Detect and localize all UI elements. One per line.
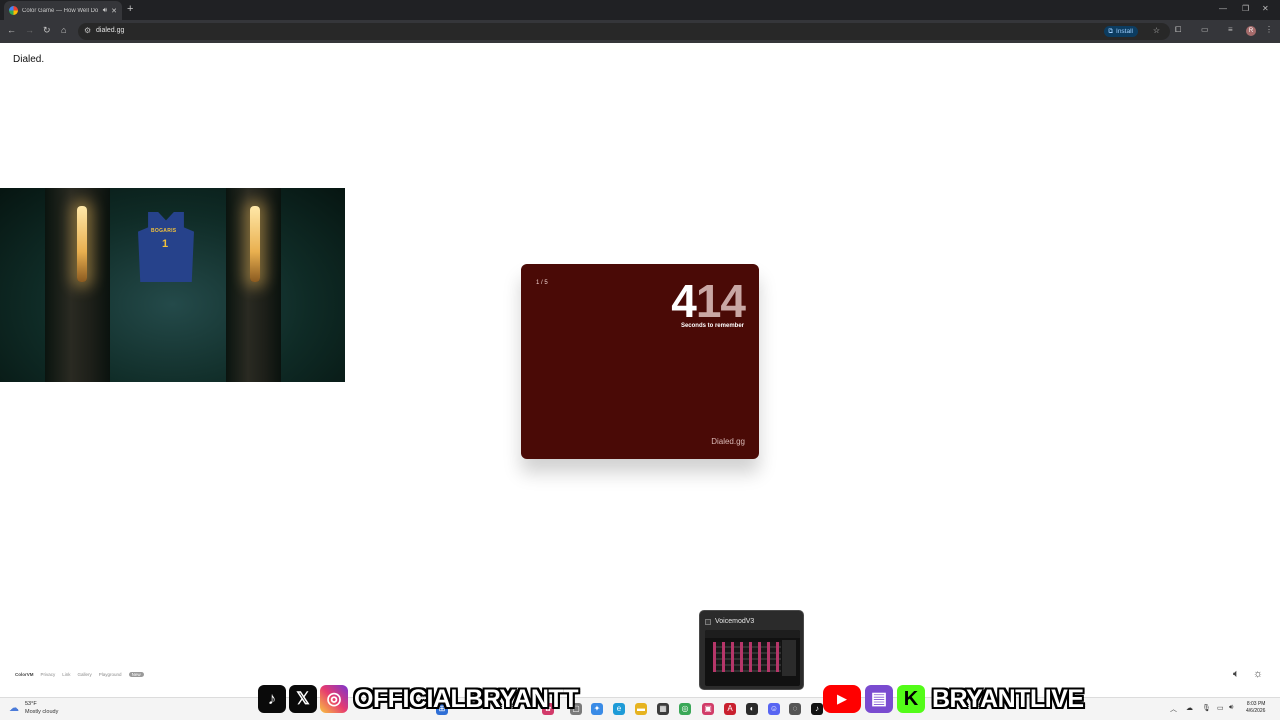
youtube-icon: ▶	[823, 685, 861, 713]
footer-link[interactable]: Privacy	[41, 672, 56, 677]
clock-date: 4/6/2026	[1246, 708, 1266, 714]
reload-icon[interactable]: ↻	[43, 25, 51, 36]
tab-title: Color Game — How Well Do	[22, 7, 99, 14]
preview-title: VoicemodV3	[715, 618, 755, 625]
onedrive-icon[interactable]: ☁	[1186, 704, 1193, 712]
window-close-icon[interactable]: ✕	[1262, 4, 1269, 13]
acrobat-icon[interactable]: A	[724, 703, 736, 715]
voicemod-taskbar-icon[interactable]: ◐	[746, 703, 758, 715]
copilot-icon[interactable]: ✦	[591, 703, 603, 715]
tiktok-icon: ♪	[258, 685, 286, 713]
file-explorer-icon[interactable]: ▬	[635, 703, 647, 715]
url-text[interactable]: dialed.gg	[96, 27, 124, 34]
twitch-icon: ▤	[865, 685, 893, 713]
edge-icon[interactable]: e	[613, 703, 625, 715]
store-icon[interactable]: ▦	[657, 703, 669, 715]
favicon-icon	[9, 6, 18, 15]
timer-main-digit: 4	[671, 275, 697, 327]
clock-time: 8:03 PM	[1246, 701, 1266, 707]
app-icon-red[interactable]: ▣	[702, 703, 714, 715]
extensions-icon[interactable]: ⧠	[1175, 25, 1181, 35]
footer-link[interactable]: ColorVM	[15, 672, 34, 677]
forward-icon[interactable]: →	[25, 25, 34, 35]
jersey-number: 1	[162, 238, 169, 250]
maximize-icon[interactable]: ❐	[1242, 4, 1249, 13]
kick-icon: K	[897, 685, 925, 713]
browser-tab-bar: Color Game — How Well Do 🔊︎ ✕ + — ❐ ✕	[0, 0, 1280, 20]
site-info-icon[interactable]: ⚙	[84, 26, 91, 35]
side-panel-icon[interactable]: ▭	[1201, 25, 1209, 34]
wall-lamp-left	[77, 206, 87, 282]
webcam-overlay: BOGARIS 1	[0, 188, 345, 382]
tab-close-icon[interactable]: ✕	[111, 7, 117, 15]
windows-taskbar: ☁ 53°F Mostly cloudy ⊞ ✿ ▢ ✦ e ▬ ▦ ◎ ▣ A…	[0, 697, 1280, 720]
color-card: 1 / 5 414 Seconds to remember Dialed.gg	[521, 264, 759, 459]
install-app-button[interactable]: ⧉ Install	[1104, 26, 1138, 37]
tiktok-taskbar-icon[interactable]: ♪	[811, 703, 823, 715]
voicemod-app-icon	[705, 619, 711, 625]
chrome-icon[interactable]: ◎	[679, 703, 691, 715]
wall-lamp-right	[250, 206, 260, 282]
microphone-icon[interactable]: 🎙︎	[1202, 704, 1211, 712]
network-icon[interactable]: ▭	[1217, 704, 1224, 712]
site-logo[interactable]: Dialed.	[13, 54, 44, 65]
preview-thumbnail[interactable]	[705, 630, 800, 686]
volume-icon[interactable]: 🔊︎	[1229, 704, 1233, 712]
home-icon[interactable]: ⌂	[61, 25, 66, 35]
social-handle-right: BRYANTLIVE	[932, 684, 1084, 713]
footer-link[interactable]: Link	[62, 672, 70, 677]
preview-voice-grid	[713, 642, 781, 672]
weather-condition[interactable]: Mostly cloudy	[25, 709, 58, 715]
system-clock[interactable]: 8:03 PM 4/6/2026	[1246, 701, 1265, 715]
tray-expand-icon[interactable]: ︿	[1170, 704, 1177, 714]
jersey-name: BOGARIS	[151, 228, 177, 234]
instagram-icon: ◎	[320, 685, 348, 713]
install-label: Install	[1116, 28, 1133, 35]
app-icon-gray[interactable]: ◌	[789, 703, 801, 715]
timer-dim-digits: 14	[695, 275, 746, 327]
preview-titlebar	[705, 630, 800, 638]
profile-avatar[interactable]: R	[1246, 26, 1256, 36]
theme-toggle-icon[interactable]: ☼	[1253, 668, 1263, 680]
minimize-icon[interactable]: —	[1219, 4, 1227, 13]
back-icon[interactable]: ←	[7, 25, 16, 35]
countdown-timer: 414	[671, 275, 746, 327]
browser-toolbar: ← → ↻ ⌂ ⚙ dialed.gg ⧉ Install ☆ ⧠ ▭ ≡ ⋮	[0, 20, 1280, 43]
tab-search-icon[interactable]: ≡	[1228, 25, 1233, 34]
stream-social-banner-left: ♪ 𝕏 ◎ OFFICIALBRYANTT	[258, 683, 578, 715]
weather-cloud-icon[interactable]: ☁	[9, 703, 19, 714]
address-bar[interactable]: ⚙ dialed.gg ⧉ Install ☆	[78, 23, 1170, 40]
timer-caption: Seconds to remember	[680, 323, 744, 329]
browser-tab[interactable]: Color Game — How Well Do 🔊︎ ✕	[4, 1, 122, 20]
sound-toggle-icon[interactable]: 🔈︎	[1233, 668, 1240, 681]
footer-link[interactable]: Gallery	[78, 672, 92, 677]
taskbar-preview-window[interactable]: VoicemodV3	[699, 610, 804, 690]
card-watermark: Dialed.gg	[711, 437, 745, 446]
bookmark-star-icon[interactable]: ☆	[1153, 26, 1160, 35]
footer-links: ColorVM Privacy Link Gallery Playground …	[15, 672, 144, 677]
x-icon: 𝕏	[289, 685, 317, 713]
weather-temperature[interactable]: 53°F	[25, 701, 37, 707]
new-tab-button[interactable]: +	[127, 3, 133, 15]
speaker-icon[interactable]: 🔊︎	[103, 7, 107, 15]
discord-icon[interactable]: ☺	[768, 703, 780, 715]
preview-sidebar	[782, 640, 796, 676]
install-icon: ⧉	[1108, 28, 1114, 35]
new-badge: New	[128, 672, 144, 677]
social-handle-left: OFFICIALBRYANTT	[354, 684, 578, 713]
footer-link[interactable]: Playground	[99, 672, 122, 677]
stream-social-banner-right: ▶ ▤ K BRYANTLIVE	[823, 683, 1084, 715]
menu-icon[interactable]: ⋮	[1265, 25, 1273, 34]
round-counter: 1 / 5	[536, 280, 548, 286]
